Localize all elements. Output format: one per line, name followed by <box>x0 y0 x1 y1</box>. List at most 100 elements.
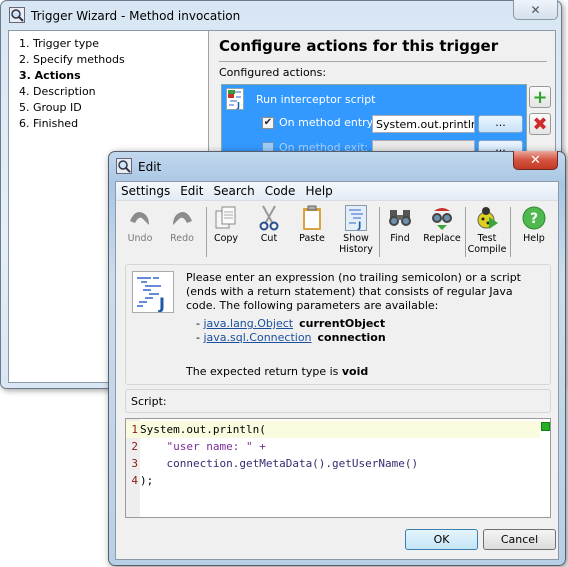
step-item-actions[interactable]: 3. Actions <box>19 68 208 84</box>
test-compile-label: Test Compile <box>467 233 507 255</box>
script-icon: J <box>226 88 244 110</box>
panel-title: Configure actions for this trigger <box>219 37 499 55</box>
svg-text:?: ? <box>530 211 538 227</box>
show-history-button[interactable]: J Show History <box>334 204 378 255</box>
toolbar-separator <box>510 207 511 257</box>
script-label: Script: <box>131 395 167 408</box>
on-entry-browse-button[interactable]: ... <box>478 115 523 133</box>
svg-text:J: J <box>158 294 165 312</box>
compile-icon <box>474 205 500 234</box>
close-icon: ✕ <box>530 2 541 17</box>
cut-button[interactable]: Cut <box>247 205 291 244</box>
line-number: 2 <box>131 440 138 453</box>
edit-dialog: Edit ✕ Settings Edit Search Code Help Un… <box>108 151 566 566</box>
paste-icon <box>301 204 323 235</box>
paste-button[interactable]: Paste <box>290 205 334 244</box>
code-line: 3 connection.getMetaData().getUserName() <box>126 455 540 472</box>
add-action-button[interactable]: + <box>529 86 551 108</box>
configured-actions-label: Configured actions: <box>219 66 327 79</box>
menu-settings[interactable]: Settings <box>116 182 175 200</box>
divider <box>219 61 547 62</box>
return-type-text: The expected return type is void <box>186 365 368 378</box>
history-icon: J <box>345 204 367 234</box>
return-type: void <box>341 365 369 378</box>
line-number: 1 <box>131 423 138 436</box>
app-magnifier-icon <box>9 6 25 26</box>
remove-action-button[interactable]: ✖ <box>529 113 551 135</box>
copy-icon <box>214 205 238 234</box>
help-button[interactable]: ? Help <box>512 205 556 244</box>
redo-label: Redo <box>170 233 194 244</box>
line-number: 3 <box>131 457 138 470</box>
cut-icon <box>257 204 281 235</box>
param-row: - java.lang.Object currentObject <box>196 317 386 330</box>
param-name: connection <box>317 331 386 344</box>
status-ok-marker <box>541 422 550 431</box>
param-type-link[interactable]: java.lang.Object <box>203 317 293 330</box>
on-entry-row: ✔ On method entry: <box>262 116 376 129</box>
wizard-title-bar: Trigger Wizard - Method invocation <box>9 5 240 27</box>
code-line: 1 System.out.println( <box>126 421 540 438</box>
cut-label: Cut <box>260 233 278 244</box>
delete-icon: ✖ <box>532 113 548 135</box>
show-history-label: Show History <box>339 233 373 255</box>
find-label: Find <box>390 233 410 244</box>
action-name: Run interceptor script <box>256 93 376 106</box>
undo-button[interactable]: Undo <box>118 205 162 244</box>
close-icon: ✕ <box>530 152 541 168</box>
app-magnifier-icon <box>116 157 132 177</box>
test-compile-button[interactable]: Test Compile <box>465 205 509 255</box>
menu-code[interactable]: Code <box>260 182 301 200</box>
paste-label: Paste <box>299 233 325 244</box>
replace-button[interactable]: Replace <box>420 205 464 244</box>
ok-button[interactable]: OK <box>405 529 478 550</box>
redo-button[interactable]: Redo <box>160 205 204 244</box>
step-item-trigger-type[interactable]: 1. Trigger type <box>19 36 208 52</box>
step-item-group-id[interactable]: 5. Group ID <box>19 100 208 116</box>
info-panel: J Please enter an expression (no trailin… <box>125 264 551 385</box>
edit-client: Settings Edit Search Code Help Undo Redo… <box>115 181 559 560</box>
undo-icon <box>127 207 153 232</box>
code-line: 2 "user name: " + <box>126 438 540 455</box>
code-text: connection.getMetaData().getUserName() <box>140 457 419 470</box>
return-prefix: The expected return type is <box>186 365 342 378</box>
code-line: 4); <box>126 472 540 489</box>
menu-edit[interactable]: Edit <box>175 182 208 200</box>
plus-icon: + <box>532 86 548 108</box>
help-label: Help <box>523 233 545 244</box>
on-entry-label: On method entry: <box>279 116 377 129</box>
wizard-title: Trigger Wizard - Method invocation <box>31 9 241 23</box>
wizard-close-button[interactable]: ✕ <box>513 0 558 20</box>
code-text: System.out.println( <box>140 423 266 436</box>
svg-text:J: J <box>357 221 361 231</box>
menu-help[interactable]: Help <box>300 182 337 200</box>
find-button[interactable]: Find <box>378 205 422 244</box>
find-icon <box>387 207 413 232</box>
step-item-finished[interactable]: 6. Finished <box>19 116 208 132</box>
cancel-button[interactable]: Cancel <box>483 529 556 550</box>
param-type-link[interactable]: java.sql.Connection <box>203 331 311 344</box>
redo-icon <box>169 207 195 232</box>
edit-title-bar: Edit <box>116 156 161 178</box>
copy-button[interactable]: Copy <box>204 205 248 244</box>
on-entry-script-field[interactable]: System.out.println( <box>372 115 475 133</box>
help-icon: ? <box>521 205 547 234</box>
edit-close-button[interactable]: ✕ <box>513 151 558 170</box>
edit-title: Edit <box>138 160 162 174</box>
menu-search[interactable]: Search <box>208 182 259 200</box>
step-item-description[interactable]: 4. Description <box>19 84 208 100</box>
svg-text:J: J <box>236 101 240 110</box>
toolbar: Undo Redo Copy Cut Paste J Show History <box>116 202 558 262</box>
script-label-panel: Script: <box>125 389 551 413</box>
line-number: 4 <box>131 474 138 487</box>
code-editor[interactable]: 1 System.out.println( 2 "user name: " + 3… <box>125 418 551 518</box>
on-entry-checkbox[interactable]: ✔ <box>262 116 274 129</box>
step-item-specify-methods[interactable]: 2. Specify methods <box>19 52 208 68</box>
info-text: Please enter an expression (no trailing … <box>186 271 521 312</box>
replace-label: Replace <box>423 233 461 244</box>
java-script-icon: J <box>132 271 174 313</box>
code-text: ); <box>140 474 154 487</box>
param-row: - java.sql.Connection connection <box>196 331 386 344</box>
code-text: "user name: " + <box>140 440 266 453</box>
copy-label: Copy <box>213 233 239 244</box>
